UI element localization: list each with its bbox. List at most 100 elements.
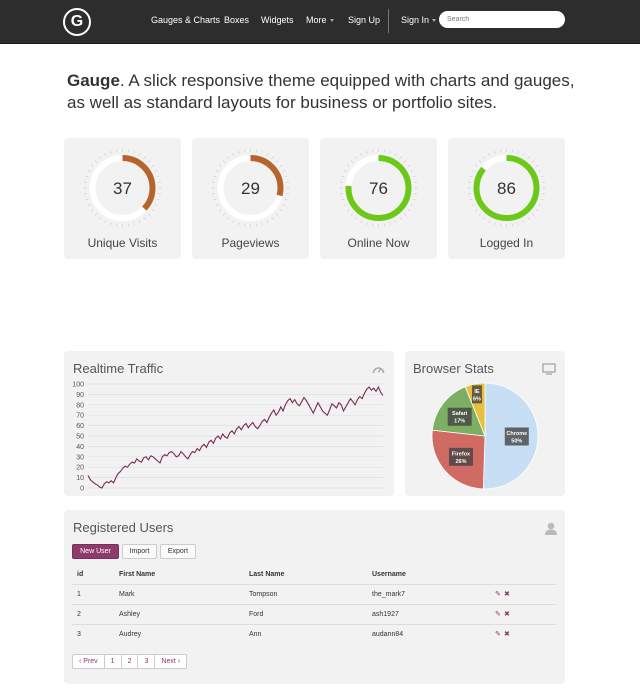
delete-icon[interactable]: ✖ xyxy=(504,630,510,638)
gauge-tick xyxy=(143,156,146,160)
cell-id: 3 xyxy=(77,631,81,638)
nav-divider xyxy=(388,9,389,33)
gauge-tick xyxy=(147,213,151,216)
gauge-tick xyxy=(275,213,279,216)
edit-icon[interactable]: ✎ xyxy=(495,610,501,618)
sparkline-icon xyxy=(498,304,515,314)
column-header-id[interactable]: id xyxy=(77,571,83,578)
export-button[interactable]: Export xyxy=(160,544,196,559)
row-divider xyxy=(72,624,556,625)
tile-label-text: Shares xyxy=(242,322,268,331)
gauge-tick xyxy=(282,169,286,173)
sparkline-bar xyxy=(244,308,246,314)
sparkline-bar xyxy=(381,304,383,314)
nav-signin[interactable]: Sign In xyxy=(401,15,437,25)
tile-label-text: Tweets xyxy=(115,322,142,331)
cell-username: the_mark7 xyxy=(372,591,406,598)
sparkline-bar xyxy=(511,309,513,314)
nav-boxes[interactable]: Boxes xyxy=(224,15,249,25)
pagination-page-2[interactable]: 2 xyxy=(122,655,139,668)
pagination-page-1[interactable]: 1 xyxy=(105,655,122,668)
gauge-tick xyxy=(469,198,473,201)
dashboard-icon[interactable] xyxy=(372,363,385,375)
nav-signup[interactable]: Sign Up xyxy=(348,15,380,25)
gauge-card-unique-visits: 37 Unique Visits xyxy=(64,138,181,259)
gauge-tick xyxy=(389,222,391,226)
gauge-tick xyxy=(403,213,407,216)
cell-id: 2 xyxy=(77,611,81,618)
edit-icon[interactable]: ✎ xyxy=(495,630,501,638)
gauge-tick xyxy=(478,213,482,216)
logo[interactable]: G xyxy=(63,8,91,36)
gauge-tick xyxy=(282,203,286,207)
pie-label-pct: 26% xyxy=(455,459,466,465)
gauge-tick xyxy=(540,198,544,201)
gauge-value: 37 xyxy=(113,179,132,198)
sparkline-bar xyxy=(125,304,127,314)
tile-googleplus[interactable]: 291 g+ xyxy=(448,276,565,338)
column-header-first-name[interactable]: First Name xyxy=(119,571,155,578)
y-tick-label: 50 xyxy=(76,434,84,441)
user-icon[interactable] xyxy=(545,522,557,535)
delete-icon[interactable]: ✖ xyxy=(504,590,510,598)
tile-label-text: Likes xyxy=(371,322,391,331)
nav-more[interactable]: More xyxy=(306,15,334,25)
cell-last-name: Ann xyxy=(249,631,262,638)
nav-widgets[interactable]: Widgets xyxy=(261,15,294,25)
sparkline-bar xyxy=(374,310,376,314)
search-input[interactable] xyxy=(439,11,565,28)
pagination-page-3[interactable]: 3 xyxy=(138,655,156,668)
gauge-tick xyxy=(494,150,496,154)
gauge-tick xyxy=(271,216,274,220)
tile-label: ↪ Shares xyxy=(192,322,309,331)
gauge-card-online-now: 76 Online Now xyxy=(320,138,437,259)
import-button[interactable]: Import xyxy=(122,544,157,559)
tile-label: f Likes xyxy=(320,322,437,331)
new-user-button[interactable]: New User xyxy=(72,544,119,559)
gauge-label: Logged In xyxy=(479,236,534,250)
gauge-tick xyxy=(478,160,482,163)
pagination-next[interactable]: Next › xyxy=(155,655,186,668)
gauge-tick xyxy=(394,153,397,157)
gauge-tick xyxy=(394,219,397,223)
tile-likes[interactable]: 2,031 f Likes xyxy=(320,276,437,338)
gauge-tick xyxy=(412,198,416,201)
browser-panel: Browser Stats Chrome 50% Firefox 26% Safari 1… xyxy=(405,351,565,496)
gauge-value: 29 xyxy=(241,179,260,198)
sparkline-bar xyxy=(246,310,248,314)
nav-gauges-charts[interactable]: Gauges & Charts xyxy=(151,15,220,25)
gauge-tick xyxy=(227,156,230,160)
gauge-tick xyxy=(94,213,98,216)
tile-shares[interactable]: 2,911 ↪ Shares xyxy=(192,276,309,338)
sparkline-bar xyxy=(250,309,253,314)
tile-tweets[interactable]: 1,239 🐦︎ Tweets xyxy=(64,276,181,338)
gauge-tick xyxy=(232,153,235,157)
sparkline-bar xyxy=(248,305,250,314)
delete-icon[interactable]: ✖ xyxy=(504,610,510,618)
column-header-last-name[interactable]: Last Name xyxy=(249,571,284,578)
edit-icon[interactable]: ✎ xyxy=(495,590,501,598)
column-header-username[interactable]: Username xyxy=(372,571,406,578)
y-tick-label: 30 xyxy=(76,454,84,461)
gauge-tick xyxy=(494,222,496,226)
gauge-card-pageviews: 29 Pageviews xyxy=(192,138,309,259)
gauge-tick xyxy=(522,153,525,157)
y-tick-label: 10 xyxy=(76,475,84,482)
gauge-tick xyxy=(271,156,274,160)
share-icon: ↪ xyxy=(233,322,243,331)
gauge-tick xyxy=(535,164,539,168)
gauge-tick xyxy=(346,208,350,212)
gauge-tick xyxy=(531,160,535,163)
gauge-tick xyxy=(517,222,519,226)
cell-username: ash1927 xyxy=(372,611,399,618)
gauge-tick xyxy=(110,150,112,154)
y-tick-label: 40 xyxy=(76,444,84,451)
gauge-tick xyxy=(527,216,530,220)
panel-title: Registered Users xyxy=(73,520,174,535)
gauge-tick xyxy=(410,203,414,207)
pie-label-name: Chrome xyxy=(506,431,527,437)
monitor-icon[interactable] xyxy=(542,363,556,375)
gauge-tick xyxy=(133,150,135,154)
pagination-prev[interactable]: ‹ Prev xyxy=(73,655,105,668)
gauge-tick xyxy=(407,164,411,168)
